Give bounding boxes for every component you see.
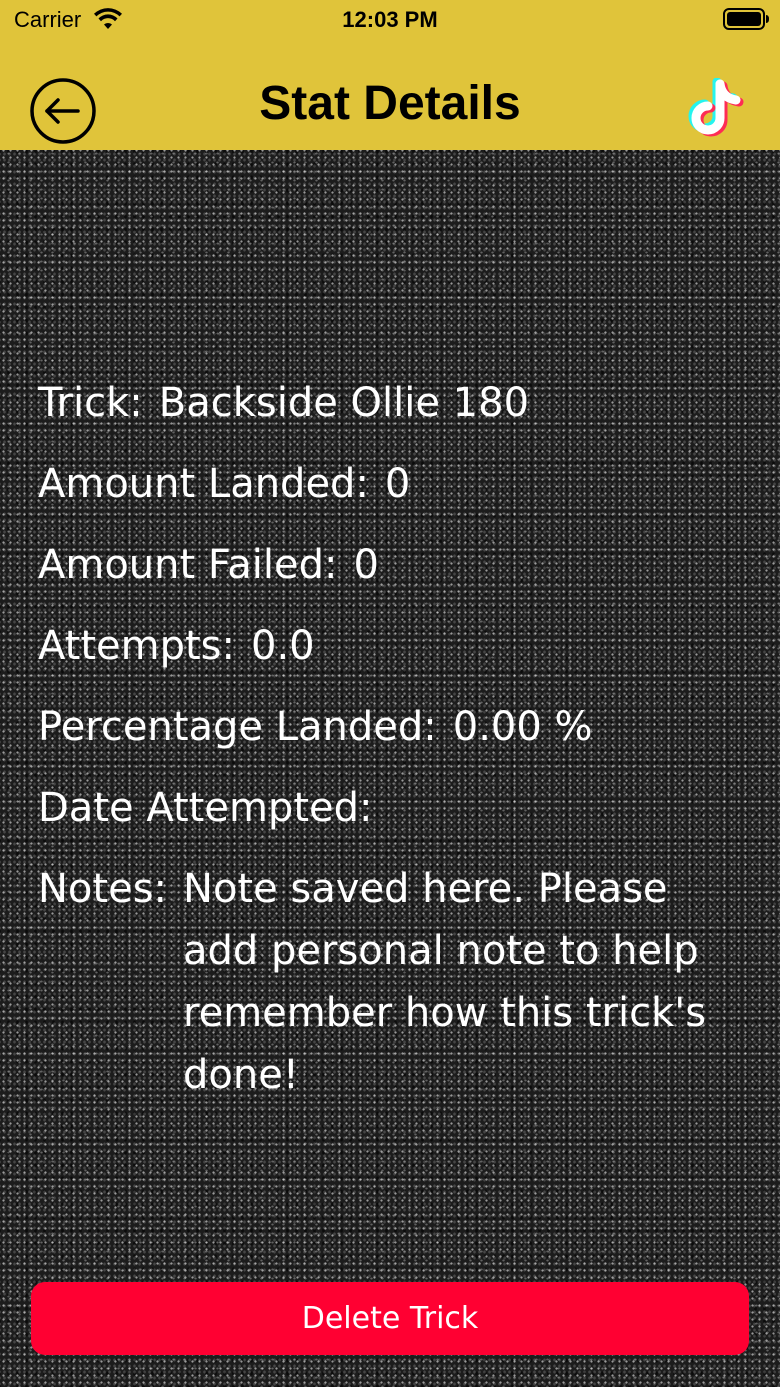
delete-trick-label: Delete Trick — [301, 1301, 479, 1336]
attempts-row: Attempts: 0.0 — [38, 618, 750, 699]
notes-label: Notes: — [38, 866, 168, 912]
status-bar: Carrier 12:03 PM — [0, 0, 780, 40]
percentage-landed-label: Percentage Landed: — [38, 704, 437, 750]
navigation-bar: Stat Details — [0, 40, 780, 150]
attempts-value: 0.0 — [251, 623, 315, 669]
notes-row: Notes: Note saved here. Please add perso… — [38, 861, 750, 1106]
notes-value: Note saved here. Please add personal not… — [183, 866, 707, 1098]
status-time: 12:03 PM — [342, 7, 438, 32]
trick-value: Backside Ollie 180 — [158, 380, 530, 426]
amount-failed-row: Amount Failed: 0 — [38, 537, 750, 618]
amount-landed-label: Amount Landed: — [38, 461, 369, 507]
amount-failed-value: 0 — [353, 542, 379, 588]
trick-label: Trick: — [38, 380, 143, 426]
amount-landed-value: 0 — [384, 461, 411, 507]
percentage-landed-value: 0.00 % — [452, 704, 593, 750]
date-attempted-label: Date Attempted: — [38, 785, 373, 831]
tiktok-icon[interactable] — [686, 78, 748, 142]
delete-trick-button[interactable]: Delete Trick — [31, 1282, 749, 1355]
amount-failed-label: Amount Failed: — [38, 542, 338, 588]
amount-landed-row: Amount Landed: 0 — [38, 456, 750, 537]
date-attempted-row: Date Attempted: — [38, 780, 750, 861]
page-title: Stat Details — [259, 77, 521, 130]
trick-stats: Trick: Backside Ollie 180 Amount Landed: 0… — [38, 375, 750, 1106]
battery-icon — [723, 8, 769, 30]
trick-row: Trick: Backside Ollie 180 — [38, 375, 750, 456]
header-bar: Carrier 12:03 PM Stat Details — [0, 0, 780, 150]
percentage-landed-row: Percentage Landed: 0.00 % — [38, 699, 750, 780]
attempts-label: Attempts: — [38, 623, 235, 669]
stat-details-screen: Carrier 12:03 PM Stat Details Trick: Bac… — [0, 0, 780, 1387]
